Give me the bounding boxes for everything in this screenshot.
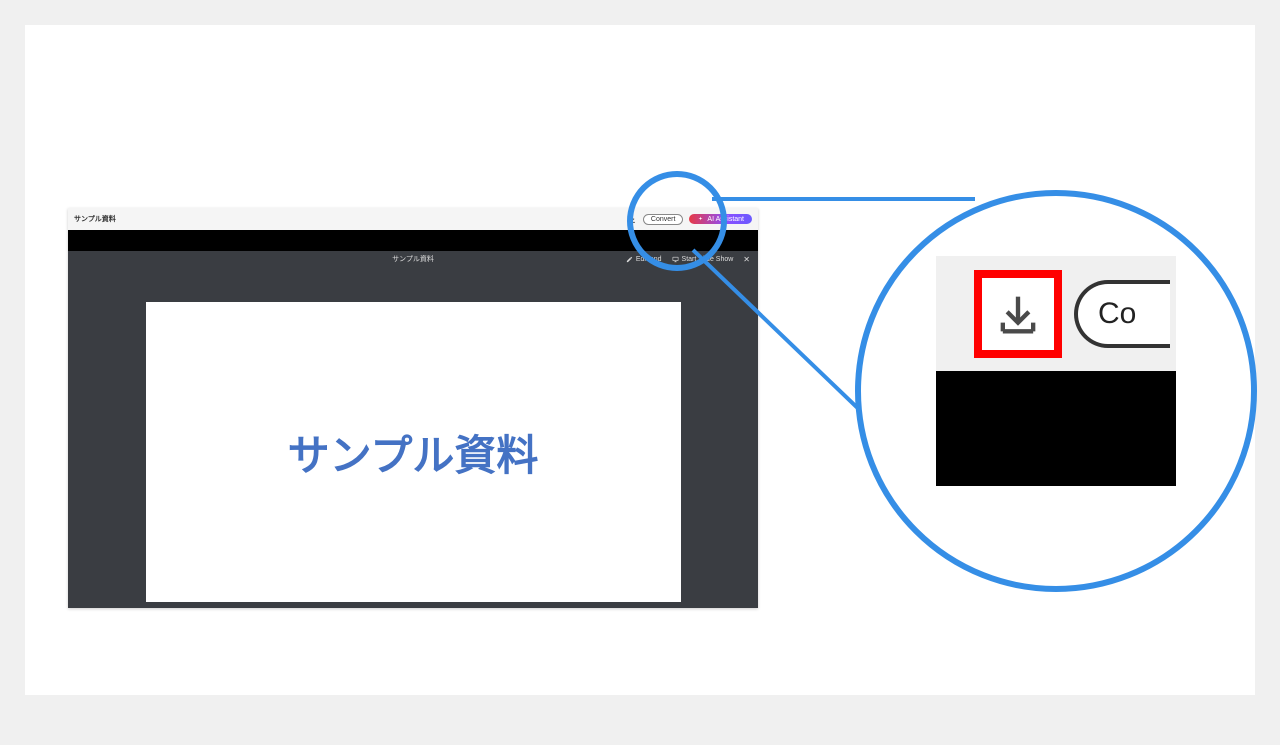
magnifier-content: Co bbox=[936, 256, 1176, 526]
magnified-black-bar bbox=[936, 371, 1176, 486]
subbar-title: サンプル資料 bbox=[392, 254, 434, 264]
download-icon[interactable] bbox=[627, 214, 637, 224]
magnified-white-area bbox=[936, 486, 1176, 526]
download-icon[interactable] bbox=[992, 288, 1044, 340]
presentation-icon bbox=[672, 256, 679, 263]
sparkle-icon bbox=[697, 216, 704, 223]
slide: サンプル資料 bbox=[146, 302, 681, 602]
edit-button[interactable]: Edit and bbox=[626, 256, 662, 263]
topbar-actions: Convert AI Assistant bbox=[627, 214, 752, 225]
magnified-topbar: Co bbox=[936, 256, 1176, 371]
ai-assistant-button[interactable]: AI Assistant bbox=[689, 214, 752, 224]
document-page: サンプル資料 Convert AI Assistant サンプル資料 Edit … bbox=[25, 25, 1255, 695]
slide-title: サンプル資料 bbox=[288, 422, 539, 483]
subbar-right: Edit and Start Slide Show ✕ bbox=[626, 255, 750, 264]
app-topbar: サンプル資料 Convert AI Assistant bbox=[68, 208, 758, 230]
start-slideshow-button[interactable]: Start Slide Show bbox=[672, 256, 734, 263]
convert-button[interactable]: Convert bbox=[643, 214, 684, 225]
black-bar bbox=[68, 230, 758, 251]
magnified-convert-button[interactable]: Co bbox=[1074, 280, 1170, 348]
viewer-subbar: サンプル資料 Edit and Start Slide Show ✕ bbox=[68, 251, 758, 267]
close-button[interactable]: ✕ bbox=[743, 255, 750, 264]
document-title: サンプル資料 bbox=[74, 214, 116, 224]
pencil-icon bbox=[626, 256, 633, 263]
presentation-viewer-app: サンプル資料 Convert AI Assistant サンプル資料 Edit … bbox=[68, 208, 758, 608]
ai-assistant-label: AI Assistant bbox=[707, 216, 744, 223]
callout-magnifier: Co bbox=[855, 190, 1257, 592]
slide-viewer: サンプル資料 bbox=[68, 267, 758, 608]
download-icon-highlight bbox=[974, 270, 1062, 358]
